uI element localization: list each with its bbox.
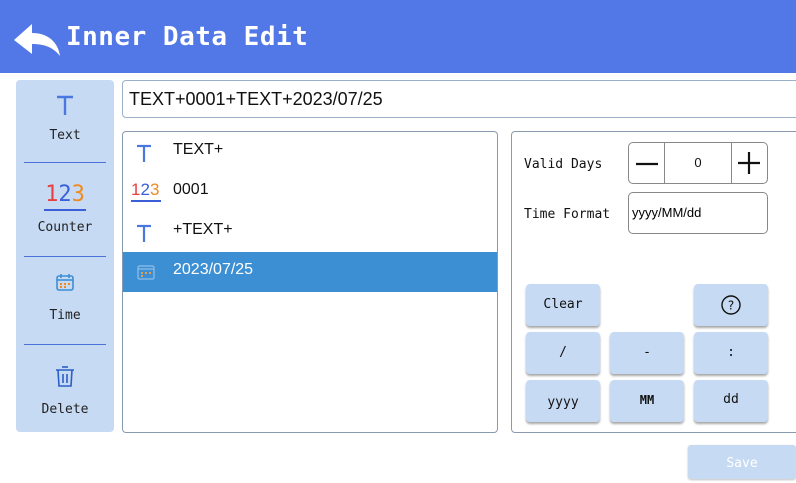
segment-value: TEXT+ <box>173 141 224 158</box>
text-tool-button[interactable]: Text <box>16 80 114 168</box>
valid-days-value[interactable]: 0 <box>665 155 731 170</box>
valid-days-label: Valid Days <box>524 157 603 172</box>
list-item[interactable]: +TEXT+ <box>123 212 497 252</box>
counter-icon-underline <box>44 209 86 211</box>
segment-value: 0001 <box>173 181 209 198</box>
save-button[interactable]: Save <box>688 445 796 479</box>
help-icon: ? <box>721 295 741 315</box>
delete-tool-label: Delete <box>41 402 89 417</box>
counter-icon: 123 <box>45 182 85 207</box>
mm-key[interactable]: MM <box>610 380 684 422</box>
segment-value: +TEXT+ <box>173 221 233 238</box>
text-icon <box>57 95 73 115</box>
clear-button[interactable]: Clear <box>526 284 600 326</box>
slash-key[interactable]: / <box>526 332 600 374</box>
tool-sidebar: Text 123 Counter Time Delete <box>16 80 114 432</box>
plus-icon[interactable] <box>737 151 761 175</box>
time-format-input[interactable]: yyyy/MM/dd <box>628 192 768 234</box>
time-format-label: Time Format <box>524 207 611 222</box>
calendar-icon <box>56 274 74 291</box>
list-item-selected[interactable]: 2023/07/25 <box>123 252 497 292</box>
colon-key[interactable]: : <box>694 332 768 374</box>
trash-icon <box>56 366 74 387</box>
help-icon-glyph: ? <box>728 299 734 313</box>
dd-key[interactable]: dd <box>694 380 768 422</box>
dash-key[interactable]: - <box>610 332 684 374</box>
counter-icon-underline <box>131 200 161 202</box>
calendar-icon <box>137 265 155 280</box>
list-item[interactable]: TEXT+ <box>123 132 497 172</box>
stepper-divider <box>731 143 732 183</box>
counter-icon: 123 <box>131 180 160 199</box>
minus-icon[interactable] <box>635 152 659 176</box>
text-icon <box>137 144 151 162</box>
segment-list[interactable]: TEXT+ 123 0001 +TEXT+ 2023/07/25 <box>122 131 498 433</box>
time-tool-label: Time <box>49 308 81 323</box>
text-icon <box>137 224 151 242</box>
segment-value: 2023/07/25 <box>173 261 254 278</box>
page-title: Inner Data Edit <box>66 22 309 52</box>
delete-tool-button[interactable]: Delete <box>16 344 114 432</box>
yyyy-key[interactable]: yyyy <box>526 380 600 422</box>
counter-tool-button[interactable]: 123 Counter <box>16 168 114 256</box>
time-tool-button[interactable]: Time <box>16 256 114 344</box>
sidebar-divider <box>24 162 106 163</box>
back-arrow-icon[interactable] <box>10 20 62 60</box>
text-tool-label: Text <box>49 128 81 143</box>
help-button[interactable]: ? <box>694 284 768 326</box>
counter-tool-label: Counter <box>37 220 93 235</box>
valid-days-stepper: 0 <box>628 142 768 184</box>
expression-input[interactable]: TEXT+0001+TEXT+2023/07/25 <box>122 80 796 118</box>
list-item[interactable]: 123 0001 <box>123 172 497 212</box>
